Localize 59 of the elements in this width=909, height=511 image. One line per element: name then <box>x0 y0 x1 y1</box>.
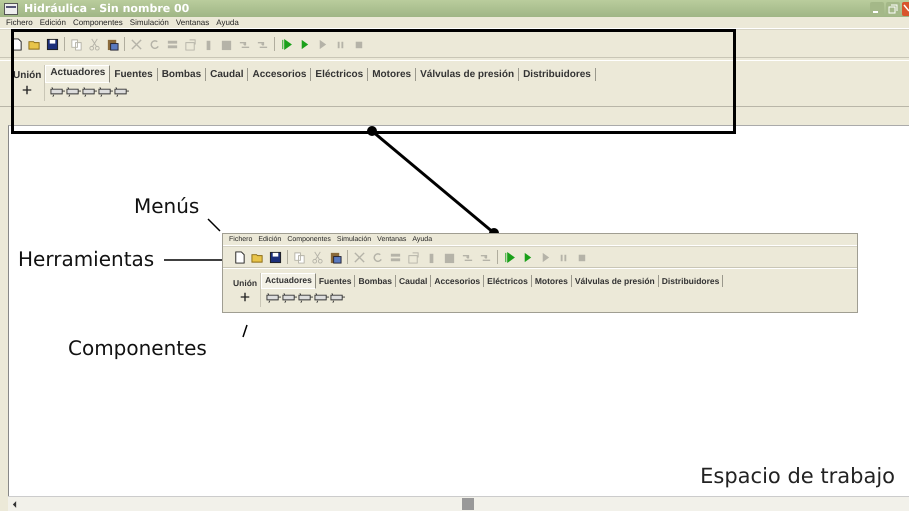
restore-button[interactable] <box>886 2 900 16</box>
clipboard-icon[interactable] <box>329 250 342 264</box>
panel-label: Unión <box>13 69 42 81</box>
plus-icon[interactable] <box>239 291 252 303</box>
tab[interactable]: Válvulas de presión <box>416 68 520 81</box>
tab[interactable]: Eléctricos <box>484 275 532 287</box>
cylinder-icon[interactable] <box>114 86 130 98</box>
menu-item[interactable]: Ventanas <box>176 18 210 27</box>
floppy-icon[interactable] <box>46 38 59 50</box>
tab[interactable]: Caudal <box>396 275 432 287</box>
tab[interactable]: Válvulas de presión <box>572 275 659 287</box>
cylinder-icon[interactable] <box>266 292 282 304</box>
menu-item[interactable]: Fichero <box>6 18 33 27</box>
tab[interactable]: Motores <box>368 68 416 81</box>
cylinder-icon[interactable] <box>330 292 346 304</box>
scroll-left-icon[interactable] <box>12 500 17 508</box>
app-icon <box>4 2 18 14</box>
annotation-label: Componentes <box>68 336 207 360</box>
tab[interactable]: Actuadores <box>261 273 316 289</box>
tab[interactable]: Caudal <box>206 68 248 81</box>
cylinder-icon[interactable] <box>82 86 98 98</box>
clipboard-icon[interactable] <box>106 38 119 50</box>
tab[interactable]: Accesorios <box>248 68 312 81</box>
annotation-label: Menús <box>134 194 200 218</box>
cylinder-icon[interactable] <box>282 292 298 304</box>
tab[interactable]: Bombas <box>355 275 396 287</box>
cylinder-icon[interactable] <box>98 86 114 98</box>
tab[interactable]: Fuentes <box>316 275 356 287</box>
panel-label: Unión <box>233 277 258 288</box>
cylinder-icon[interactable] <box>298 292 314 304</box>
tab[interactable]: Eléctricos <box>311 68 368 81</box>
leader-line <box>207 218 221 232</box>
cylinder-icon[interactable] <box>66 86 82 98</box>
leader-line <box>164 259 224 261</box>
plus-icon[interactable] <box>21 84 34 96</box>
scroll-bar[interactable] <box>8 496 909 511</box>
close-button[interactable] <box>902 2 909 16</box>
menu-item[interactable]: Ayuda <box>216 18 239 27</box>
menu-item[interactable]: Componentes <box>72 18 123 27</box>
tab[interactable]: Bombas <box>158 68 206 81</box>
run-icon[interactable] <box>280 38 293 50</box>
tab[interactable]: Fuentes <box>110 68 158 81</box>
cylinder-icon[interactable] <box>314 292 330 304</box>
tab[interactable]: Actuadores <box>45 65 110 83</box>
menu-item[interactable]: Simulación <box>130 18 169 27</box>
floppy-icon[interactable] <box>269 250 282 264</box>
annotation-label: Herramientas <box>18 247 154 271</box>
workspace-label: Espacio de trabajo <box>700 464 895 488</box>
run-icon[interactable] <box>503 250 516 264</box>
cylinder-icon[interactable] <box>50 86 66 98</box>
window-title: Hidráulica - Sin nombre 00 <box>24 2 190 15</box>
leader-line <box>242 324 248 338</box>
tab[interactable]: Distribuidores <box>658 275 724 287</box>
document-icon[interactable] <box>233 250 246 264</box>
tab[interactable]: Accesorios <box>431 275 484 287</box>
menu-item[interactable]: Edición <box>40 18 66 27</box>
tab[interactable]: Distribuidores <box>519 68 596 81</box>
tab[interactable]: Motores <box>532 275 572 287</box>
minimize-button[interactable] <box>870 2 884 16</box>
